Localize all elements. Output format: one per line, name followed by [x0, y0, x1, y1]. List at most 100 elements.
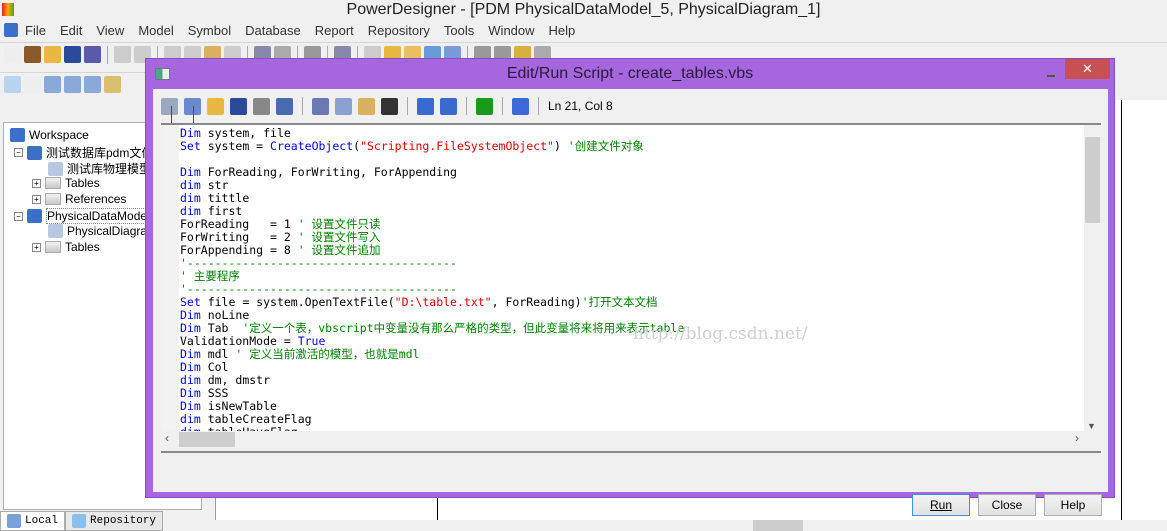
repository-icon — [72, 514, 87, 528]
menu-symbol[interactable]: Symbol — [181, 23, 238, 38]
code-line: dim dm, dmstr — [180, 374, 684, 387]
code-token: dim — [180, 191, 201, 205]
print-icon[interactable] — [253, 97, 270, 115]
code-token: Dim — [180, 321, 201, 335]
help-icon[interactable] — [512, 97, 529, 115]
delete-icon[interactable] — [381, 97, 398, 115]
tree-item[interactable]: − PhysicalDataModel_5 — [14, 208, 165, 224]
code-token: Dim — [180, 399, 201, 413]
redo-icon[interactable] — [440, 97, 457, 115]
script-editor[interactable]: Dim system, file Set system = CreateObjec… — [161, 123, 1101, 448]
run-button[interactable]: Run — [912, 494, 970, 516]
zoom-out-icon[interactable] — [64, 76, 81, 93]
menu-tools[interactable]: Tools — [437, 23, 481, 38]
code-line: Dim ForReading, ForWriting, ForAppending — [180, 166, 684, 179]
code-token: dim — [180, 373, 201, 387]
code-token: CreateObject — [270, 139, 354, 153]
code-token: system = — [200, 139, 271, 153]
menu-window[interactable]: Window — [481, 23, 541, 38]
tab-repository[interactable]: Repository — [65, 511, 164, 531]
run-label: Run — [929, 498, 952, 512]
find-icon[interactable] — [276, 97, 293, 115]
diagram-icon — [48, 224, 63, 238]
code-line: Set file = system.OpenTextFile("D:\table… — [180, 296, 684, 309]
code-token: Dim — [180, 308, 201, 322]
tree-item-label: Tables — [65, 240, 100, 254]
menu-bar: File Edit View Model Symbol Database Report Rep… — [0, 20, 1167, 40]
copy-icon[interactable] — [335, 97, 352, 115]
model-icon — [27, 209, 42, 223]
menu-file[interactable]: File — [18, 23, 53, 38]
expand-icon[interactable]: + — [32, 178, 41, 188]
tree-item[interactable]: + References — [32, 192, 126, 206]
code-token: True — [297, 334, 326, 348]
paste-icon[interactable] — [358, 97, 375, 115]
tree-item[interactable]: Workspace — [10, 128, 89, 142]
menu-view[interactable]: View — [89, 23, 131, 38]
open-icon[interactable] — [44, 46, 61, 63]
run-icon[interactable] — [476, 97, 493, 115]
code-token: Dim — [180, 165, 201, 179]
script-toolbar: Ln 21, Col 8 — [161, 93, 613, 119]
dialog-title: Edit/Run Script - create_tables.vbs — [506, 65, 754, 82]
editor-hscrollbar[interactable]: ‹ › — [161, 431, 1101, 448]
new-icon[interactable] — [4, 46, 21, 63]
code-line: Set system = CreateObject("Scripting.Fil… — [180, 140, 684, 153]
code-token: isNewTable — [200, 399, 277, 413]
tree-item[interactable]: + Tables — [32, 240, 100, 254]
tab-local[interactable]: Local — [0, 511, 66, 531]
save-icon[interactable] — [64, 46, 81, 63]
dialog-client: Ln 21, Col 8 Dim system, file Set system … — [153, 89, 1108, 516]
expand-icon[interactable]: + — [32, 194, 41, 204]
menu-database[interactable]: Database — [238, 23, 308, 38]
close-button[interactable]: Close — [978, 494, 1036, 516]
menu-report[interactable]: Report — [308, 23, 361, 38]
code-token: noLine — [200, 308, 250, 322]
help-button[interactable]: Help — [1044, 494, 1102, 516]
local-icon — [7, 514, 21, 528]
toolbar-icon[interactable] — [114, 46, 131, 63]
tree-item[interactable]: − 测试数据库pdm文件 — [14, 144, 153, 161]
model-icon — [4, 23, 18, 37]
open-project-icon[interactable] — [24, 46, 41, 63]
collapse-icon[interactable]: − — [14, 211, 23, 221]
menu-repository[interactable]: Repository — [361, 23, 437, 38]
save-all-icon[interactable] — [84, 46, 101, 63]
code-token: tittle — [200, 191, 250, 205]
code-token: str — [200, 178, 229, 192]
menu-edit[interactable]: Edit — [53, 23, 89, 38]
properties-icon[interactable] — [104, 76, 121, 93]
code-token: ' 定义当前激活的模型，也就是mdl — [235, 347, 420, 361]
save-icon[interactable] — [230, 97, 247, 115]
tree-item[interactable]: + Tables — [32, 176, 100, 190]
undo-icon[interactable] — [417, 97, 434, 115]
code-token: Tab — [200, 321, 243, 335]
app-title-bar: PowerDesigner - [PDM PhysicalDataModel_5… — [0, 0, 1167, 20]
cut-icon[interactable] — [312, 97, 329, 115]
menu-help[interactable]: Help — [542, 23, 583, 38]
divider — [437, 495, 438, 520]
diagram-hscrollbar[interactable] — [216, 520, 1167, 531]
code-token: ForReading = 1 — [180, 217, 298, 231]
folder-icon — [45, 241, 61, 253]
editor-vscrollbar[interactable]: ▼ — [1084, 125, 1101, 431]
code-token: dim — [180, 412, 201, 426]
code-token: Dim — [180, 360, 201, 374]
collapse-icon[interactable]: − — [14, 148, 23, 157]
close-window-button[interactable]: ✕ — [1065, 59, 1110, 79]
tree-item[interactable]: 测试库物理模型 — [48, 160, 151, 177]
code-token: first — [200, 204, 243, 218]
toolbar-separator — [538, 97, 539, 115]
expand-icon[interactable]: + — [32, 242, 41, 252]
script-code[interactable]: Dim system, file Set system = CreateObjec… — [180, 127, 684, 439]
code-token: dim — [180, 204, 201, 218]
zoom-in-icon[interactable] — [44, 76, 61, 93]
code-token: Dim — [180, 126, 201, 140]
open-icon[interactable] — [207, 97, 224, 115]
toolbar-separator — [466, 97, 467, 115]
hand-icon[interactable] — [24, 76, 41, 93]
menu-model[interactable]: Model — [131, 23, 180, 38]
app-logo-icon — [2, 3, 14, 16]
pointer-icon[interactable] — [4, 76, 21, 93]
zoom-fit-icon[interactable] — [84, 76, 101, 93]
